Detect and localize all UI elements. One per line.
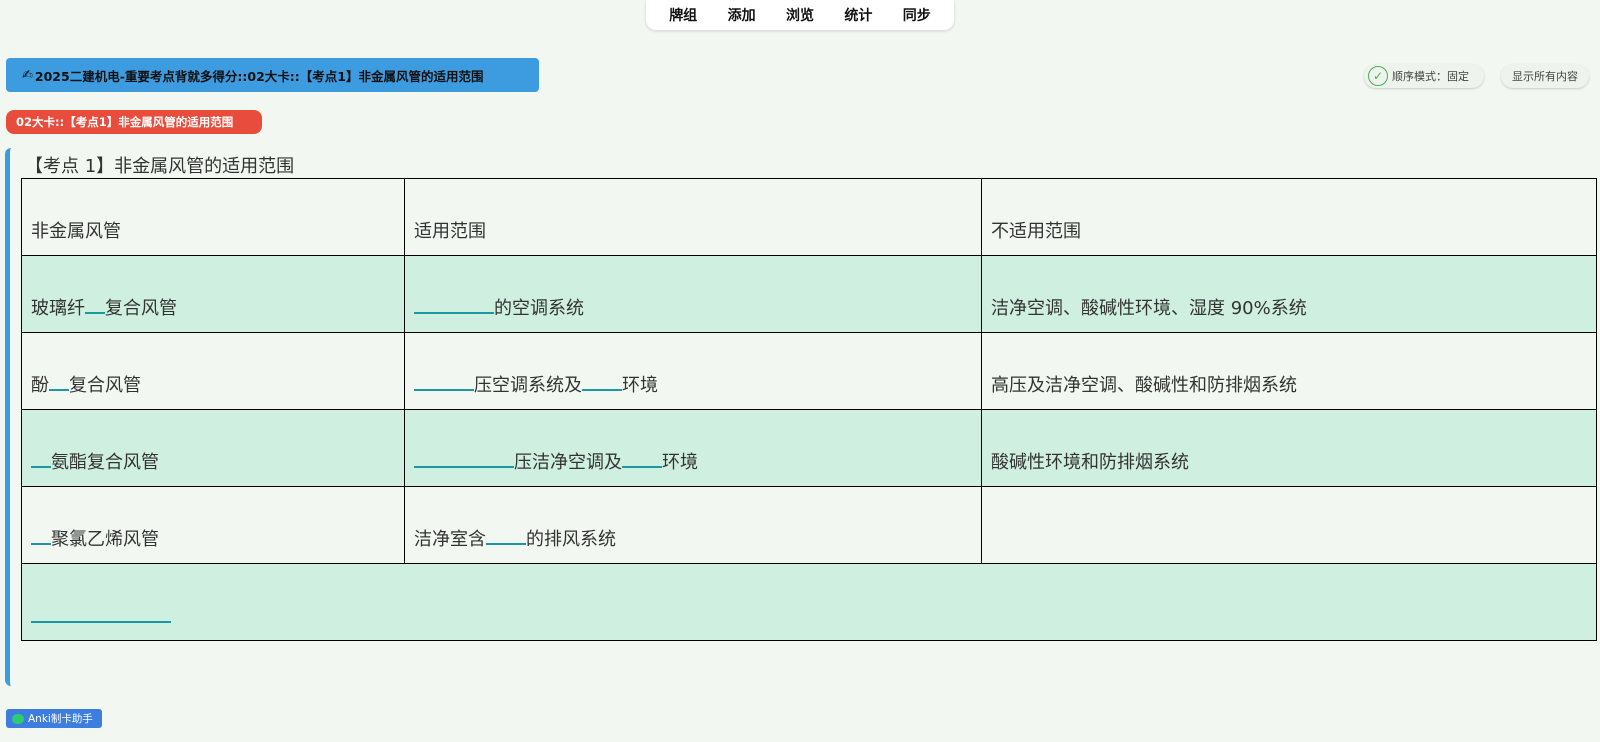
- cloze-blank[interactable]: [486, 527, 526, 545]
- header-cell: 适用范围: [404, 178, 982, 256]
- order-mode-toggle[interactable]: ✓ 顺序模式：固定: [1364, 64, 1484, 88]
- cloze-blank[interactable]: [622, 450, 662, 468]
- table-cell: 高压及洁净空调、酸碱性和防排烟系统: [981, 332, 1597, 410]
- menu-stats[interactable]: 统计: [844, 5, 872, 25]
- menu-browse[interactable]: 浏览: [786, 5, 814, 25]
- header-cell: 不适用范围: [981, 178, 1597, 256]
- table-cell: 洁净室含 的排风系统: [404, 486, 982, 564]
- table-header-row: 非金属风管 适用范围 不适用范围: [21, 178, 1597, 256]
- helper-badge-label: Anki制卡助手: [28, 713, 93, 725]
- cloze-blank[interactable]: [49, 373, 69, 391]
- table-cell: 酚复合风管: [21, 332, 405, 410]
- table-cell: [21, 563, 1597, 641]
- table-row: 氨酯复合风管 压洁净空调及 环境 酸碱性环境和防排烟系统: [21, 409, 1597, 487]
- deck-path-banner: ✍ 2025二建机电-重要考点背就多得分::02大卡::【考点1】非金属风管的适…: [6, 58, 539, 92]
- cloze-blank[interactable]: [414, 296, 494, 314]
- card-title: 【考点 1】非金属风管的适用范围: [25, 156, 295, 177]
- table-row: 酚复合风管 压空调系统及 环境 高压及洁净空调、酸碱性和防排烟系统: [21, 332, 1597, 410]
- wechat-icon: [12, 713, 24, 724]
- table-row: [21, 563, 1597, 641]
- cloze-blank[interactable]: [31, 527, 51, 545]
- table-cell: 压空调系统及 环境: [404, 332, 982, 410]
- top-menu: 牌组 添加 浏览 统计 同步: [646, 0, 954, 30]
- cloze-table: 非金属风管 适用范围 不适用范围 玻璃纤 复合风管 的空调系统 洁净空调、酸碱性环…: [21, 178, 1597, 641]
- menu-add[interactable]: 添加: [728, 5, 756, 25]
- table-cell: [981, 486, 1597, 564]
- header-cell: 非金属风管: [21, 178, 405, 256]
- cloze-blank[interactable]: [31, 450, 51, 468]
- table-cell: 压洁净空调及 环境: [404, 409, 982, 487]
- table-row: 聚氯乙烯风管 洁净室含 的排风系统: [21, 486, 1597, 564]
- menu-sync[interactable]: 同步: [903, 5, 931, 25]
- table-cell: 洁净空调、酸碱性环境、湿度 90%系统: [981, 255, 1597, 333]
- table-cell: 氨酯复合风管: [21, 409, 405, 487]
- pen-icon: ✍: [22, 67, 33, 83]
- table-cell: 的空调系统: [404, 255, 982, 333]
- show-all-button[interactable]: 显示所有内容: [1501, 64, 1589, 88]
- table-cell: 聚氯乙烯风管: [21, 486, 405, 564]
- card-tag: 02大卡::【考点1】非金属风管的适用范围: [6, 110, 262, 134]
- anki-helper-badge[interactable]: Anki制卡助手: [6, 709, 102, 728]
- cloze-blank[interactable]: [31, 605, 171, 623]
- table-cell: 酸碱性环境和防排烟系统: [981, 409, 1597, 487]
- order-mode-label: 顺序模式：固定: [1392, 70, 1469, 83]
- cloze-blank[interactable]: [85, 296, 105, 314]
- table-cell: 玻璃纤 复合风管: [21, 255, 405, 333]
- deck-path-text: 2025二建机电-重要考点背就多得分::02大卡::【考点1】非金属风管的适用范…: [34, 68, 484, 84]
- menu-decks[interactable]: 牌组: [669, 5, 697, 25]
- cloze-blank[interactable]: [414, 450, 514, 468]
- table-row: 玻璃纤 复合风管 的空调系统 洁净空调、酸碱性环境、湿度 90%系统: [21, 255, 1597, 333]
- cloze-blank[interactable]: [582, 373, 622, 391]
- check-icon: ✓: [1368, 66, 1388, 86]
- cloze-blank[interactable]: [414, 373, 474, 391]
